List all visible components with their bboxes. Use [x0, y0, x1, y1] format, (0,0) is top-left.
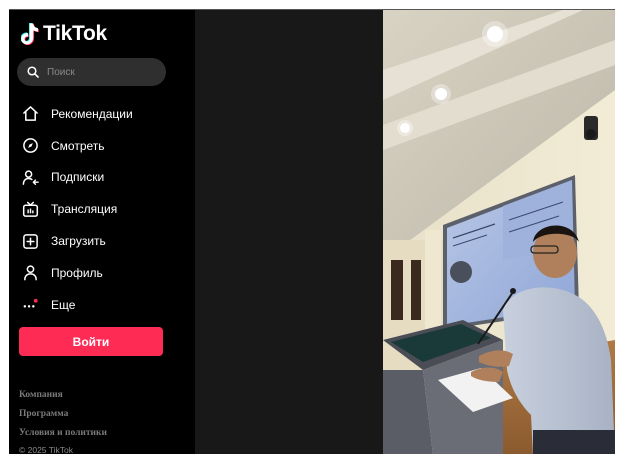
nav-label: Профиль — [51, 265, 103, 280]
main-nav: Рекомендации Смотреть Подписки Трансляци… — [21, 98, 191, 321]
nav-item-profile[interactable]: Профиль — [21, 257, 191, 289]
copyright: © 2025 TikTok — [19, 445, 73, 454]
nav-label: Смотреть — [51, 138, 105, 153]
nav-item-following[interactable]: Подписки — [21, 162, 191, 194]
footer-link-terms[interactable]: Условия и политики — [19, 424, 107, 443]
brand-name: TikTok — [43, 22, 107, 45]
tiktok-logo[interactable]: TikTok — [21, 22, 107, 46]
footer-link-program[interactable]: Программа — [19, 405, 107, 424]
nav-label: Подписки — [51, 170, 105, 185]
app-window: TikTok Рекомендации Смотреть — [9, 9, 615, 454]
nav-item-more[interactable]: Еще — [21, 289, 191, 321]
following-icon — [21, 168, 39, 186]
video-player[interactable] — [383, 10, 615, 454]
nav-item-upload[interactable]: Загрузить — [21, 225, 191, 257]
content-panel — [195, 10, 383, 454]
search-icon — [27, 66, 39, 78]
footer: Компания Программа Условия и политики © … — [19, 386, 107, 454]
profile-icon — [21, 264, 39, 282]
nav-item-explore[interactable]: Смотреть — [21, 130, 191, 162]
search-input[interactable] — [47, 66, 157, 78]
upload-icon — [21, 232, 39, 250]
nav-item-recommendations[interactable]: Рекомендации — [21, 98, 191, 130]
tiktok-logo-icon — [21, 23, 39, 45]
home-icon — [21, 105, 39, 123]
login-button[interactable]: Войти — [19, 327, 163, 356]
video-frame-image — [383, 10, 615, 454]
nav-label: Загрузить — [51, 234, 106, 249]
nav-label: Еще — [51, 297, 76, 312]
more-icon — [21, 296, 39, 314]
compass-icon — [21, 137, 39, 155]
search-bar[interactable] — [17, 58, 166, 86]
footer-link-company[interactable]: Компания — [19, 386, 107, 405]
nav-item-live[interactable]: Трансляция — [21, 193, 191, 225]
sidebar: TikTok Рекомендации Смотреть — [9, 10, 195, 454]
live-icon — [21, 200, 39, 218]
nav-label: Рекомендации — [51, 106, 133, 121]
nav-label: Трансляция — [51, 202, 118, 217]
